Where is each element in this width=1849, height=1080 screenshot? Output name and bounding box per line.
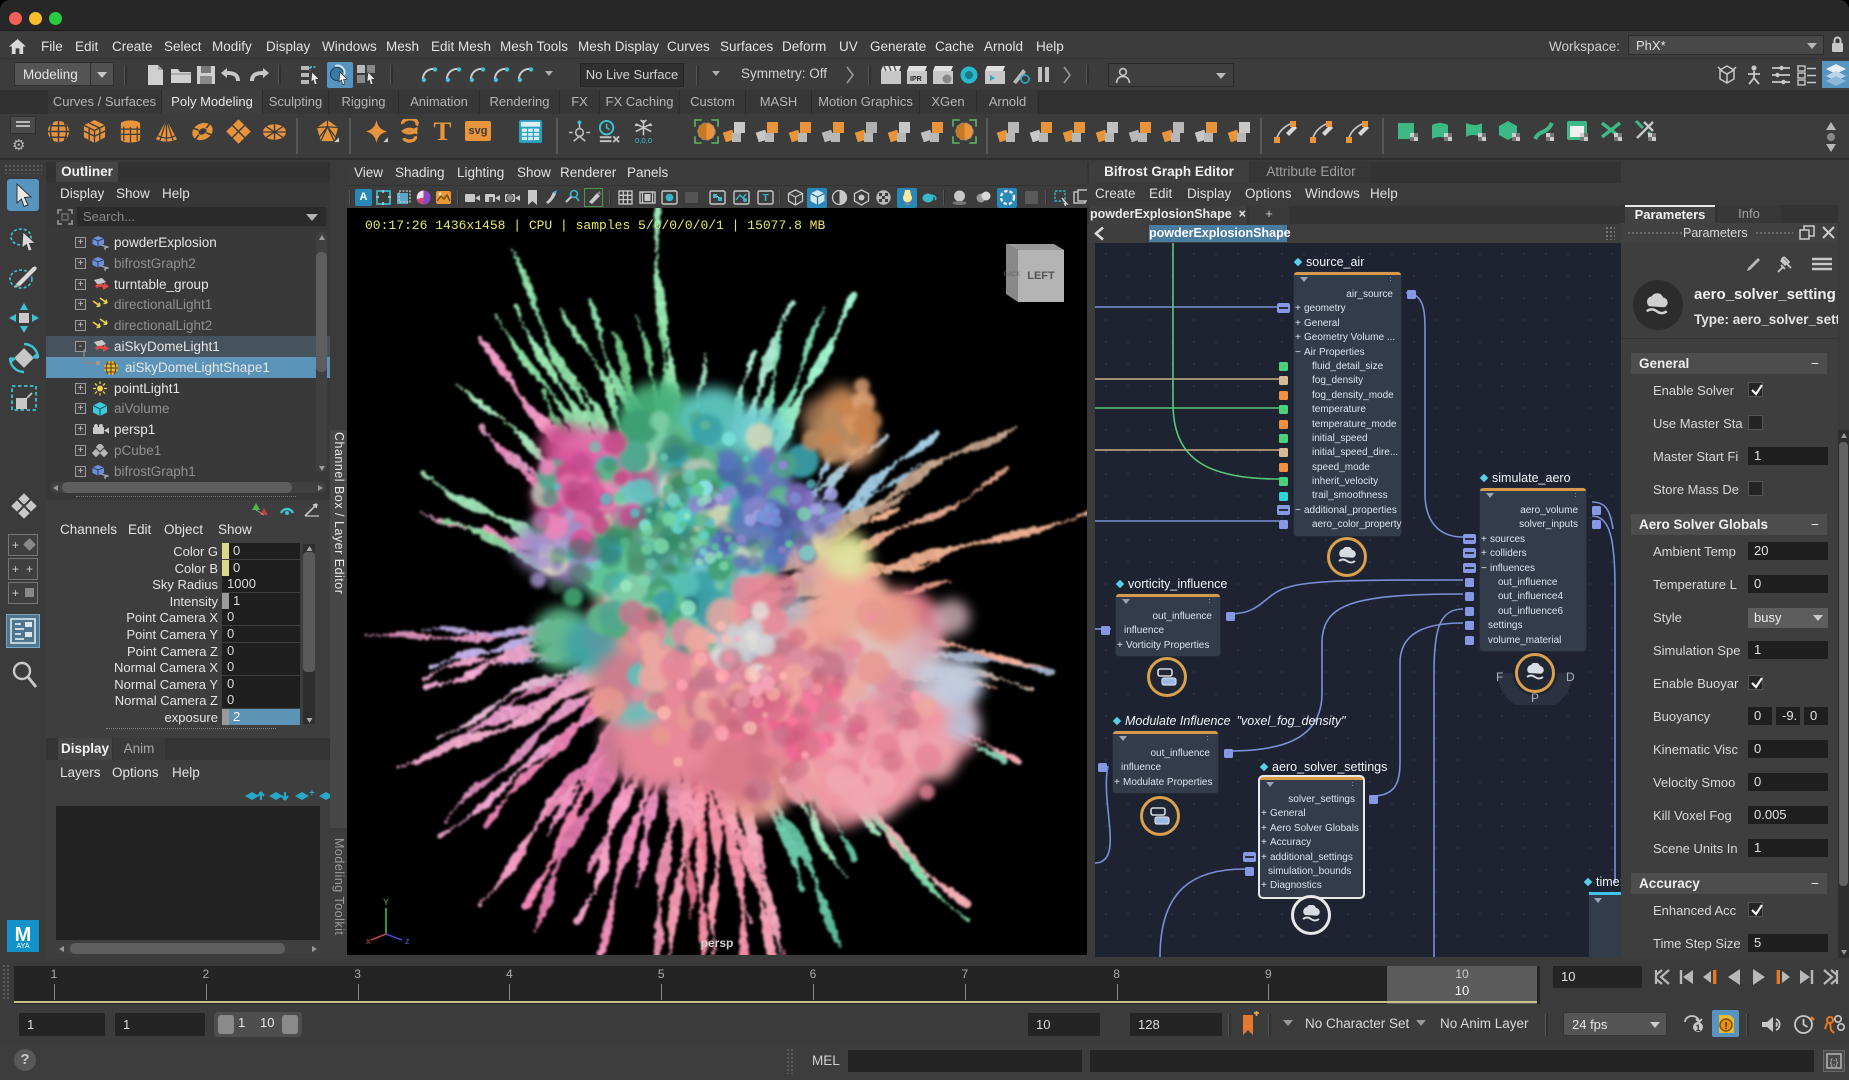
svg-text:0,0,0: 0,0,0: [635, 136, 652, 144]
svg-text:T: T: [434, 119, 452, 144]
svg-text:+: +: [309, 788, 315, 799]
svg-text:T: T: [762, 193, 768, 204]
svg-text:IPR: IPR: [910, 76, 922, 83]
